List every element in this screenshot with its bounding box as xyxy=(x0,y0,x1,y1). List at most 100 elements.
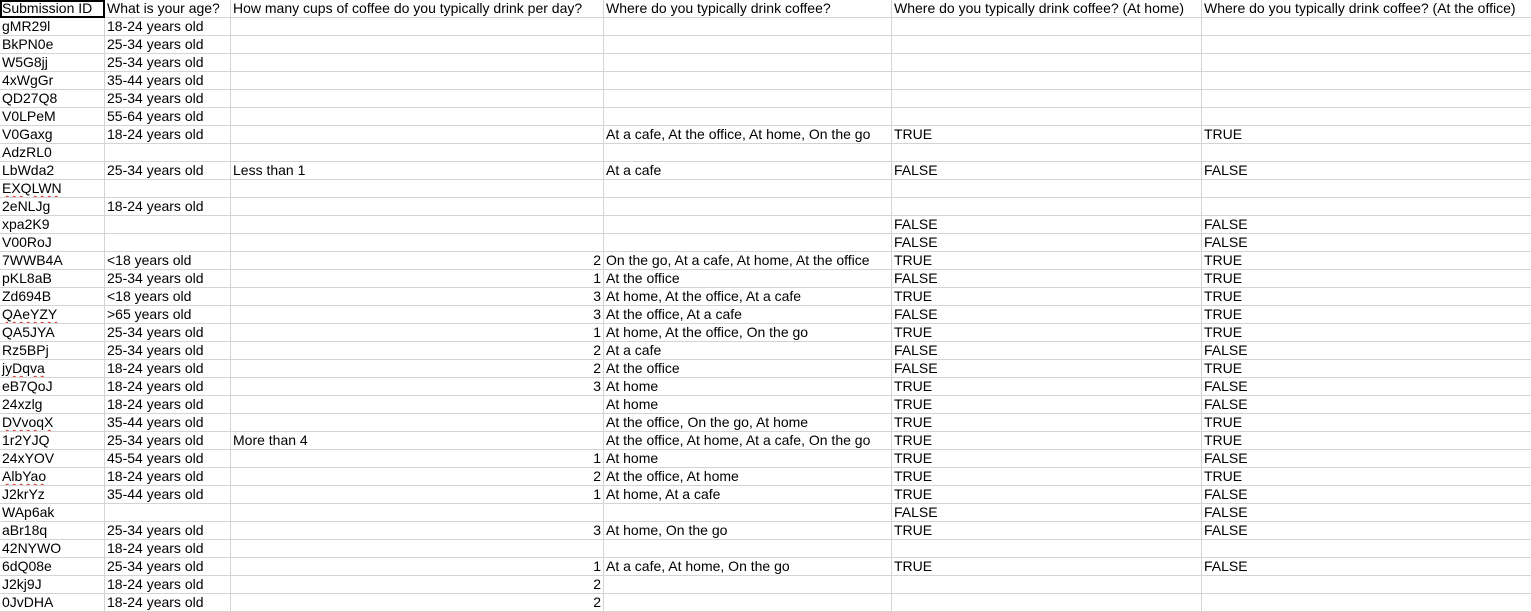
table-cell[interactable]: At a cafe xyxy=(604,162,892,180)
table-cell[interactable] xyxy=(604,180,892,198)
table-cell[interactable]: 18-24 years old xyxy=(105,126,231,144)
table-cell[interactable]: TRUE xyxy=(1202,360,1531,378)
table-cell[interactable]: At a cafe, At the office, At home, On th… xyxy=(604,126,892,144)
table-cell[interactable]: TRUE xyxy=(892,468,1202,486)
table-cell[interactable] xyxy=(105,180,231,198)
table-cell[interactable]: QAeYZY xyxy=(0,306,105,324)
table-cell[interactable] xyxy=(892,36,1202,54)
table-cell[interactable]: 25-34 years old xyxy=(105,162,231,180)
table-cell[interactable]: TRUE xyxy=(892,378,1202,396)
table-cell[interactable] xyxy=(231,72,604,90)
table-cell[interactable]: 2eNLJg xyxy=(0,198,105,216)
table-cell[interactable]: TRUE xyxy=(1202,126,1531,144)
table-cell[interactable]: jyDqva xyxy=(0,360,105,378)
table-cell[interactable]: pKL8aB xyxy=(0,270,105,288)
table-cell[interactable]: FALSE xyxy=(1202,504,1531,522)
table-cell[interactable] xyxy=(604,234,892,252)
table-cell[interactable] xyxy=(1202,576,1531,594)
table-cell[interactable]: 2 xyxy=(231,252,604,270)
table-cell[interactable]: V00RoJ xyxy=(0,234,105,252)
table-cell[interactable]: 4xWgGr xyxy=(0,72,105,90)
table-cell[interactable]: FALSE xyxy=(1202,396,1531,414)
table-cell[interactable] xyxy=(604,144,892,162)
table-cell[interactable]: 25-34 years old xyxy=(105,54,231,72)
table-cell[interactable]: 1 xyxy=(231,486,604,504)
table-cell[interactable]: 1r2YJQ xyxy=(0,432,105,450)
table-cell[interactable]: FALSE xyxy=(892,234,1202,252)
table-cell[interactable]: At home xyxy=(604,396,892,414)
table-cell[interactable]: 1 xyxy=(231,450,604,468)
table-cell[interactable]: 25-34 years old xyxy=(105,324,231,342)
table-cell[interactable]: 1 xyxy=(231,324,604,342)
table-cell[interactable] xyxy=(231,180,604,198)
table-cell[interactable]: 7WWB4A xyxy=(0,252,105,270)
table-cell[interactable]: 42NYWO xyxy=(0,540,105,558)
table-cell[interactable]: 25-34 years old xyxy=(105,36,231,54)
table-cell[interactable]: At home, At the office, On the go xyxy=(604,324,892,342)
table-cell[interactable]: FALSE xyxy=(1202,522,1531,540)
table-cell[interactable]: 24xzlg xyxy=(0,396,105,414)
table-cell[interactable] xyxy=(231,36,604,54)
table-cell[interactable] xyxy=(1202,108,1531,126)
table-cell[interactable] xyxy=(1202,144,1531,162)
table-cell[interactable]: 25-34 years old xyxy=(105,522,231,540)
table-cell[interactable]: At home, At a cafe xyxy=(604,486,892,504)
table-cell[interactable]: 2 xyxy=(231,342,604,360)
table-cell[interactable]: At home xyxy=(604,378,892,396)
table-cell[interactable]: QA5JYA xyxy=(0,324,105,342)
table-cell[interactable]: Rz5BPj xyxy=(0,342,105,360)
table-cell[interactable] xyxy=(604,54,892,72)
column-header-cell[interactable]: Where do you typically drink coffee? xyxy=(604,0,892,18)
table-cell[interactable]: At a cafe xyxy=(604,342,892,360)
table-cell[interactable]: FALSE xyxy=(1202,162,1531,180)
table-cell[interactable] xyxy=(105,144,231,162)
table-cell[interactable]: TRUE xyxy=(892,288,1202,306)
table-cell[interactable]: TRUE xyxy=(892,252,1202,270)
table-cell[interactable]: FALSE xyxy=(1202,342,1531,360)
table-cell[interactable] xyxy=(1202,54,1531,72)
table-cell[interactable]: FALSE xyxy=(892,162,1202,180)
table-cell[interactable]: TRUE xyxy=(892,522,1202,540)
table-cell[interactable] xyxy=(604,90,892,108)
table-cell[interactable]: 18-24 years old xyxy=(105,396,231,414)
table-cell[interactable]: FALSE xyxy=(1202,234,1531,252)
table-cell[interactable]: 3 xyxy=(231,378,604,396)
column-header-cell[interactable]: How many cups of coffee do you typically… xyxy=(231,0,604,18)
table-cell[interactable] xyxy=(231,396,604,414)
table-cell[interactable]: FALSE xyxy=(1202,558,1531,576)
table-cell[interactable] xyxy=(1202,72,1531,90)
table-cell[interactable]: <18 years old xyxy=(105,288,231,306)
table-cell[interactable]: 35-44 years old xyxy=(105,486,231,504)
column-header-cell[interactable]: What is your age? xyxy=(105,0,231,18)
table-cell[interactable]: 18-24 years old xyxy=(105,576,231,594)
table-cell[interactable]: FALSE xyxy=(892,342,1202,360)
table-cell[interactable]: 2 xyxy=(231,576,604,594)
table-cell[interactable]: TRUE xyxy=(1202,252,1531,270)
table-cell[interactable]: At the office xyxy=(604,360,892,378)
table-cell[interactable] xyxy=(231,504,604,522)
table-cell[interactable]: 2 xyxy=(231,594,604,612)
table-cell[interactable] xyxy=(892,594,1202,612)
table-cell[interactable]: TRUE xyxy=(1202,306,1531,324)
table-cell[interactable] xyxy=(231,108,604,126)
table-cell[interactable] xyxy=(604,198,892,216)
table-cell[interactable]: At home, On the go xyxy=(604,522,892,540)
table-cell[interactable] xyxy=(231,414,604,432)
table-cell[interactable] xyxy=(105,234,231,252)
table-cell[interactable]: TRUE xyxy=(892,432,1202,450)
table-cell[interactable]: 6dQ08e xyxy=(0,558,105,576)
table-cell[interactable]: 18-24 years old xyxy=(105,198,231,216)
table-cell[interactable]: J2krYz xyxy=(0,486,105,504)
table-cell[interactable] xyxy=(231,126,604,144)
table-cell[interactable] xyxy=(1202,198,1531,216)
table-cell[interactable]: 3 xyxy=(231,288,604,306)
table-cell[interactable]: 3 xyxy=(231,306,604,324)
table-cell[interactable]: 25-34 years old xyxy=(105,432,231,450)
column-header-cell[interactable]: Where do you typically drink coffee? (At… xyxy=(1202,0,1531,18)
table-cell[interactable]: 18-24 years old xyxy=(105,468,231,486)
table-cell[interactable]: eB7QoJ xyxy=(0,378,105,396)
column-header-cell[interactable]: Submission ID xyxy=(0,0,105,18)
table-cell[interactable] xyxy=(604,216,892,234)
table-cell[interactable]: 24xYOV xyxy=(0,450,105,468)
table-cell[interactable] xyxy=(604,18,892,36)
